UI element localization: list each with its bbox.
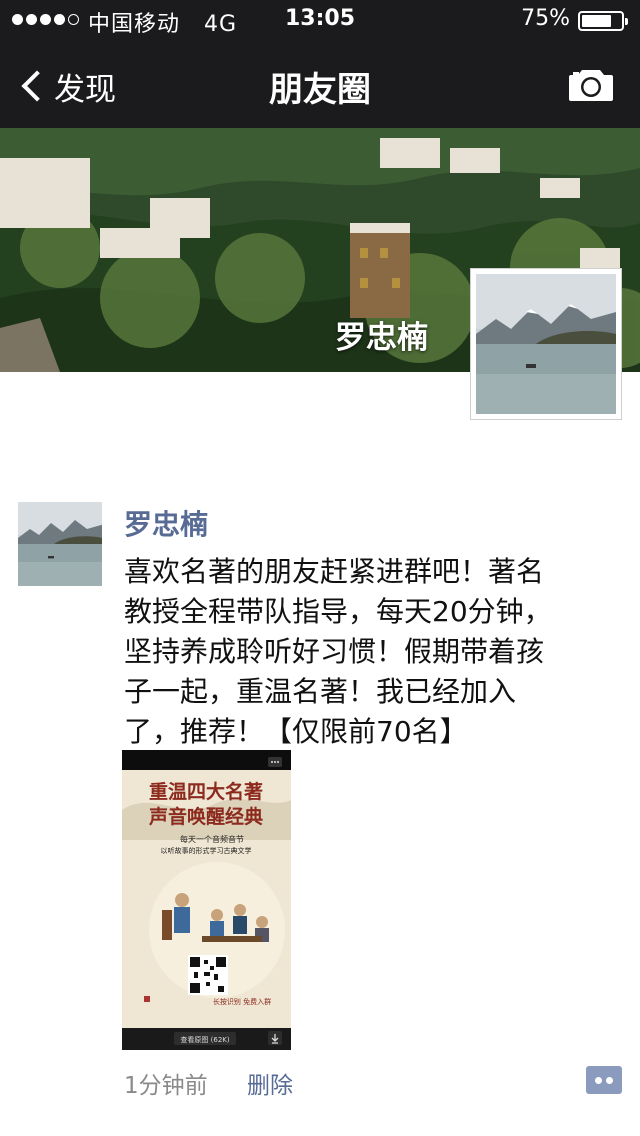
lake-mountain-avatar-image	[476, 274, 616, 414]
post-author-name[interactable]: 罗忠楠	[124, 503, 208, 543]
poster-subtitle-line2: 以听故事的形式学习古典文学	[161, 846, 252, 855]
download-icon[interactable]	[268, 1031, 282, 1045]
poster-title-line2: 声音唤醒经典	[148, 805, 263, 828]
poster-tagline: 长按识别 免费入群	[213, 997, 271, 1006]
post-poster-image: 重温四大名著 声音唤醒经典 每天一个音频音节 以听故事的形式学习古典文学 长按识…	[122, 750, 291, 1050]
profile-avatar[interactable]	[470, 268, 622, 420]
post-timestamp: 1分钟前	[124, 1073, 208, 1099]
top-bar: 中国移动 4G 13:05 75% 发现 朋友圈	[0, 0, 640, 128]
profile-name: 罗忠楠	[335, 320, 428, 356]
post-author-avatar[interactable]	[18, 502, 102, 586]
qr-code-image	[188, 955, 228, 995]
post-image[interactable]: 重温四大名著 声音唤醒经典 每天一个音频音节 以听故事的形式学习古典文学 长按识…	[122, 750, 291, 1050]
lake-mountain-avatar-image	[18, 502, 102, 586]
poster-subtitle-line1: 每天一个音频音节	[180, 834, 244, 844]
delete-button[interactable]: 删除	[247, 1066, 293, 1100]
page-title: 朋友圈	[269, 70, 371, 110]
battery-icon	[578, 11, 628, 31]
camera-icon[interactable]	[568, 66, 614, 102]
post-text: 喜欢名著的朋友赶紧进群吧！著名 教授全程带队指导，每天20分钟， 坚持养成聆听好…	[124, 555, 552, 748]
comment-icon	[586, 1066, 622, 1094]
poster-title-line1: 重温四大名著	[149, 780, 263, 803]
more-icon[interactable]	[268, 757, 282, 767]
status-bar: 中国移动 4G 13:05 75%	[0, 0, 640, 40]
comment-button[interactable]	[586, 1066, 622, 1094]
battery-percent: 75%	[521, 6, 570, 31]
view-original-label[interactable]: 查看原图 (62K)	[180, 1035, 229, 1044]
